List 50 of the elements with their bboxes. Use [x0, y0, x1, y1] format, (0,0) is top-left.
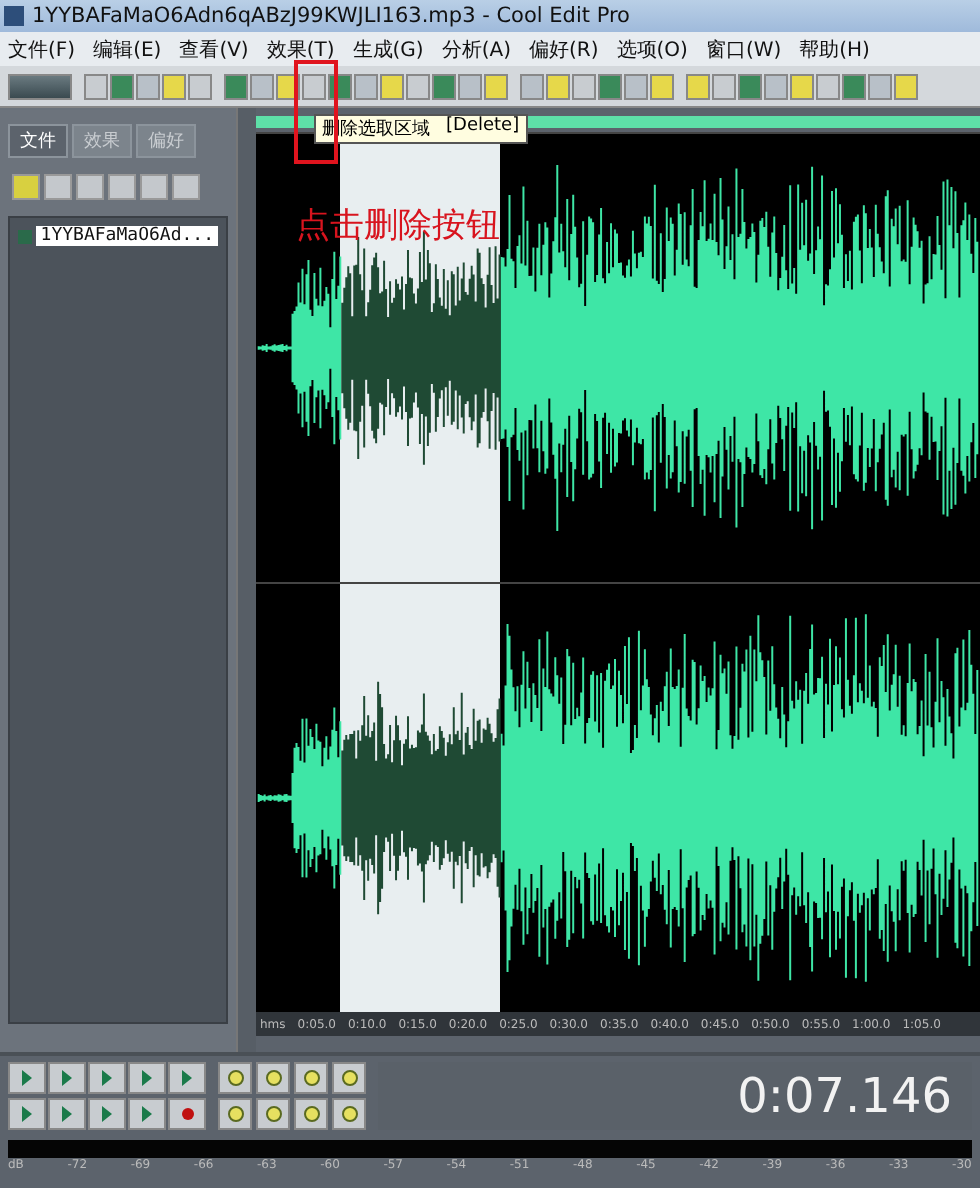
- menu-item[interactable]: 文件(F): [8, 35, 76, 63]
- panel-button[interactable]: [44, 174, 72, 200]
- toolbar-button[interactable]: [8, 73, 72, 99]
- panel-button[interactable]: [172, 174, 200, 200]
- menu-item[interactable]: 帮助(H): [799, 35, 870, 63]
- toolbar-button[interactable]: [842, 73, 866, 99]
- menu-item[interactable]: 效果(T): [266, 35, 335, 63]
- menu-item[interactable]: 分析(A): [441, 35, 511, 63]
- audio-file-icon: [18, 229, 33, 243]
- panel-button[interactable]: [76, 174, 104, 200]
- toolbar-button[interactable]: [432, 73, 456, 99]
- zoom-button[interactable]: [218, 1062, 252, 1094]
- toolbar-button[interactable]: [224, 73, 248, 99]
- transport-button[interactable]: [128, 1062, 166, 1094]
- transport-button[interactable]: [168, 1062, 206, 1094]
- highlight-rectangle: [294, 60, 338, 164]
- zoom-button[interactable]: [294, 1062, 328, 1094]
- menu-item[interactable]: 偏好(R): [528, 35, 599, 63]
- zoom-button[interactable]: [294, 1098, 328, 1130]
- window-title: 1YYBAFaMaO6Adn6qABzJ99KWJLI163.mp3 - Cool Edit Pro: [32, 4, 630, 28]
- panel-button[interactable]: [140, 174, 168, 200]
- time-display: 0:07.146: [737, 1068, 952, 1124]
- menu-item[interactable]: 选项(O): [616, 35, 688, 63]
- toolbar-button[interactable]: [738, 73, 762, 99]
- tooltip-shortcut: [Delete]: [446, 116, 520, 140]
- toolbar-button[interactable]: [110, 73, 134, 99]
- zoom-button[interactable]: [332, 1098, 366, 1130]
- transport-button[interactable]: [48, 1097, 86, 1129]
- zoom-button[interactable]: [332, 1062, 366, 1094]
- menu-item[interactable]: 窗口(W): [705, 35, 782, 63]
- transport-button[interactable]: [88, 1097, 126, 1129]
- transport-button[interactable]: [8, 1062, 46, 1094]
- zoom-button[interactable]: [256, 1062, 290, 1094]
- menu-item[interactable]: 生成(G): [352, 35, 424, 63]
- menu-item[interactable]: 编辑(E): [93, 35, 162, 63]
- transport-button[interactable]: [88, 1062, 126, 1094]
- transport-button[interactable]: [8, 1097, 46, 1129]
- zoom-button[interactable]: [218, 1098, 252, 1130]
- splitter-bar[interactable]: [236, 108, 256, 1052]
- panel-tab[interactable]: 文件: [8, 124, 68, 158]
- transport-button[interactable]: [128, 1097, 166, 1129]
- app-icon: [4, 6, 24, 26]
- menu-item[interactable]: 查看(V): [179, 35, 249, 63]
- zoom-button[interactable]: [256, 1098, 290, 1130]
- panel-button[interactable]: [108, 174, 136, 200]
- transport-button[interactable]: [48, 1062, 86, 1094]
- toolbar-button[interactable]: [598, 73, 622, 99]
- file-item[interactable]: 1YYBAFaMaO6Ad...: [36, 226, 218, 246]
- panel-button[interactable]: [12, 174, 40, 200]
- transport-button[interactable]: [168, 1097, 206, 1129]
